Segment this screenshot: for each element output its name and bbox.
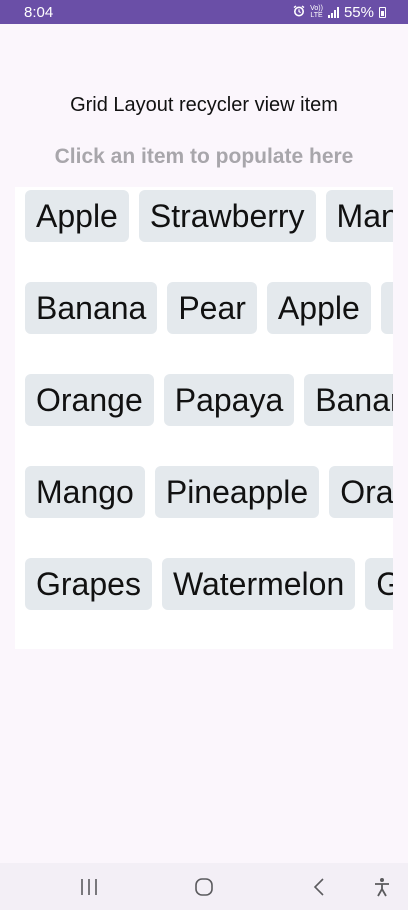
grid-item[interactable]: Grapes xyxy=(25,558,152,610)
recycler-view-grid[interactable]: Apple Strawberry Mango Banana Pear Apple… xyxy=(15,187,393,649)
selected-item-placeholder: Click an item to populate here xyxy=(54,145,354,168)
grid-item[interactable]: Orange xyxy=(329,466,393,518)
status-icons: Vo)) LTE 55% xyxy=(293,4,386,21)
navigation-bar xyxy=(0,863,408,910)
accessibility-icon[interactable] xyxy=(362,875,402,899)
grid-item[interactable]: Pear xyxy=(167,282,257,334)
signal-strength-icon xyxy=(327,6,339,18)
grid-row-2: Banana Pear Apple Strawberry xyxy=(25,282,393,334)
home-icon[interactable] xyxy=(184,875,224,899)
grid-item[interactable]: Apple xyxy=(266,282,371,334)
grid-item[interactable]: Strawberry xyxy=(380,282,393,334)
network-volte-label: Vo)) xyxy=(310,5,323,12)
grid-item[interactable]: Pineapple xyxy=(154,466,320,518)
grid-item[interactable]: Strawberry xyxy=(138,190,316,242)
grid-row-4: Mango Pineapple Orange xyxy=(25,466,393,518)
recent-apps-icon[interactable] xyxy=(69,875,109,899)
grid-item[interactable]: Watermelon xyxy=(161,558,356,610)
grid-item[interactable]: Mango xyxy=(325,190,393,242)
status-bar: 8:04 Vo)) LTE 55% xyxy=(0,0,408,24)
network-lte-label: LTE xyxy=(310,12,323,19)
page-title: Grid Layout recycler view item xyxy=(70,94,338,116)
grid-item[interactable]: Mango xyxy=(25,466,145,518)
status-time: 8:04 xyxy=(24,3,54,21)
battery-icon xyxy=(379,6,386,18)
grid-item[interactable]: Apple xyxy=(25,190,129,242)
network-type-indicator: Vo)) LTE xyxy=(310,5,323,19)
grid-item[interactable]: Grapes xyxy=(365,558,393,610)
grid-row-1: Apple Strawberry Mango xyxy=(25,190,393,242)
grid-row-3: Orange Papaya Banana xyxy=(25,374,393,426)
alarm-clock-icon xyxy=(293,4,305,20)
grid-item[interactable]: Papaya xyxy=(163,374,295,426)
grid-item[interactable]: Banana xyxy=(25,282,158,334)
battery-percent: 55% xyxy=(343,3,374,21)
grid-item[interactable]: Banana xyxy=(304,374,393,426)
grid-item[interactable]: Orange xyxy=(25,374,154,426)
back-icon[interactable] xyxy=(299,875,339,899)
grid-row-5: Grapes Watermelon Grapes xyxy=(25,558,393,610)
